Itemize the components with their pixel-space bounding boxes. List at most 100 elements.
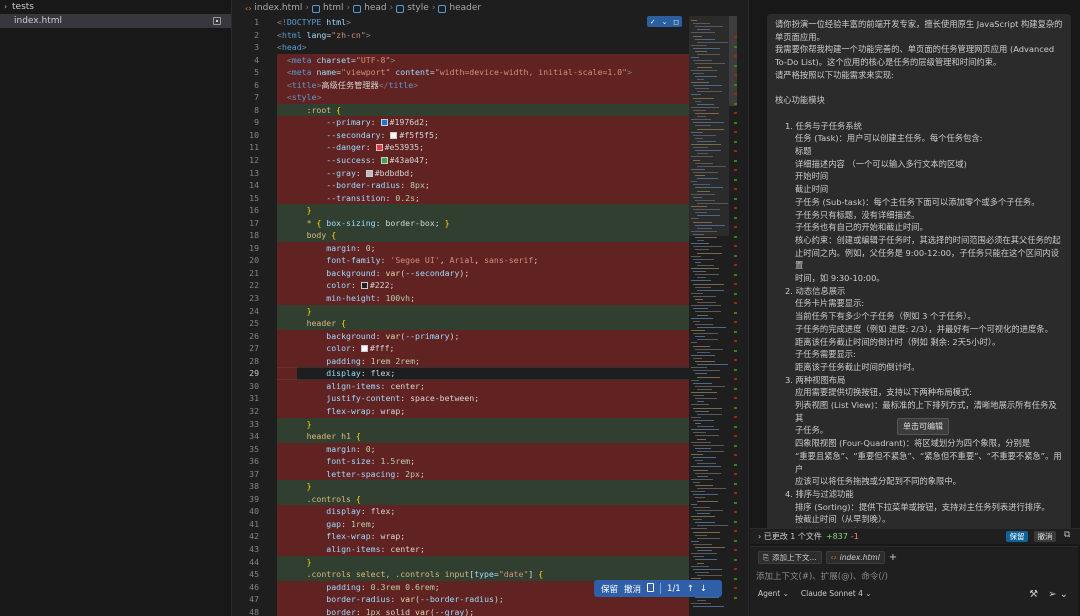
code-text[interactable]: justify-content: space-between; — [277, 392, 689, 405]
code-text[interactable]: color: #222; — [277, 279, 689, 293]
breadcrumb-item[interactable]: style — [407, 3, 429, 13]
code-line[interactable]: 30 align-items: center; — [233, 379, 689, 393]
code-text[interactable]: --secondary: #f5f5f5; — [277, 128, 689, 142]
code-editor[interactable]: ‹› index.html › html › head › style › he… — [233, 0, 737, 616]
color-swatch[interactable] — [380, 157, 388, 165]
code-area[interactable]: 1 <!DOCTYPE html> 2 <html lang="zh-cn"> 3 <he… — [233, 16, 689, 616]
code-text[interactable]: background: var(--primary); — [277, 329, 689, 343]
breadcrumb-item[interactable]: html — [323, 3, 344, 13]
code-line[interactable]: 20 font-family: 'Segoe UI', Arial, sans-… — [233, 254, 689, 267]
code-line[interactable]: 32 flex-wrap: wrap; — [233, 404, 689, 418]
keep-change-button[interactable]: 保留 — [598, 583, 621, 595]
code-text[interactable]: display: flex; — [277, 505, 689, 518]
chat-action-icon[interactable]: ⧉ — [1064, 530, 1070, 540]
color-swatch[interactable] — [365, 169, 373, 177]
code-line[interactable]: 18 body { — [233, 229, 689, 242]
inline-diff-widget[interactable]: ✓ ⌄ ◻ — [647, 16, 682, 27]
code-line[interactable]: 24 } — [233, 304, 689, 318]
code-text[interactable]: .controls { — [277, 492, 689, 506]
next-change-arrow-icon[interactable]: ↓ — [697, 584, 710, 594]
user-message[interactable]: 请你扮演一位经验丰富的前端开发专家，擅长使用原生 JavaScript 构建复杂… — [767, 14, 1071, 534]
color-swatch[interactable] — [390, 131, 398, 139]
code-line[interactable]: 2 <html lang="zh-cn"> — [233, 29, 689, 42]
code-line[interactable]: 38 } — [233, 480, 689, 493]
code-line[interactable]: 31 justify-content: space-between; — [233, 392, 689, 405]
open-diff-icon[interactable] — [644, 582, 657, 595]
code-text[interactable]: body { — [277, 229, 689, 242]
chat-input[interactable]: 添加上下文(#)、扩展(@)、命令(/) — [756, 570, 888, 582]
code-line[interactable]: 9 --primary: #1976d2; — [233, 116, 689, 129]
previous-change-arrow-icon[interactable]: ↑ — [684, 584, 697, 594]
code-text[interactable]: align-items: center; — [277, 542, 689, 556]
code-line[interactable]: 37 letter-spacing: 2px; — [233, 467, 689, 481]
code-text[interactable]: padding: 1rem 2rem; — [277, 354, 689, 368]
breadcrumb-item[interactable]: head — [364, 3, 386, 13]
code-line[interactable]: 36 font-size: 1.5rem; — [233, 455, 689, 468]
code-line[interactable]: 3 <head> — [233, 41, 689, 54]
code-line[interactable]: 26 background: var(--primary); — [233, 329, 689, 343]
code-line[interactable]: 27 color: #fff; — [233, 342, 689, 355]
code-line[interactable]: 16 } — [233, 204, 689, 217]
code-text[interactable]: <title>高级任务管理器</title> — [277, 78, 689, 92]
code-text[interactable]: font-size: 1.5rem; — [277, 455, 689, 468]
add-context-button[interactable]: ⎘ 添加上下文... — [758, 551, 822, 564]
folder-tests[interactable]: › tests — [0, 0, 231, 14]
code-line[interactable]: 44 } — [233, 555, 689, 569]
code-text[interactable]: } — [277, 417, 689, 431]
code-text[interactable]: margin: 0; — [277, 241, 689, 255]
code-text[interactable]: <meta charset="UTF-8"> — [277, 53, 689, 67]
keep-all-button[interactable]: 保留 — [1006, 531, 1028, 542]
code-line[interactable]: 41 gap: 1rem; — [233, 517, 689, 531]
code-text[interactable]: * { box-sizing: border-box; } — [277, 216, 689, 230]
code-line[interactable]: 34 header h1 { — [233, 430, 689, 443]
code-text[interactable]: header h1 { — [277, 430, 689, 443]
code-line[interactable]: 29 display: flex; — [233, 367, 689, 380]
code-line[interactable]: 40 display: flex; — [233, 505, 689, 518]
code-line[interactable]: 8 :root { — [233, 103, 689, 117]
undo-change-button[interactable]: 撤消 — [621, 583, 644, 595]
code-line[interactable]: 48 border: 1px solid var(--gray); — [233, 605, 689, 616]
code-line[interactable]: 5 <meta name="viewport" content="width=d… — [233, 66, 689, 79]
code-text[interactable]: font-family: 'Segoe UI', Arial, sans-ser… — [277, 254, 689, 267]
expand-chevron-icon[interactable]: ⌄ — [662, 18, 668, 26]
breadcrumb-item[interactable]: header — [449, 3, 481, 13]
code-line[interactable]: 6 <title>高级任务管理器</title> — [233, 78, 689, 92]
code-line[interactable]: 7 <style> — [233, 91, 689, 104]
code-text[interactable]: flex-wrap: wrap; — [277, 404, 689, 418]
color-swatch[interactable] — [380, 119, 388, 127]
breadcrumb-item[interactable]: index.html — [254, 3, 302, 13]
code-text[interactable]: align-items: center; — [277, 379, 689, 393]
code-text[interactable]: letter-spacing: 2px; — [277, 467, 689, 481]
code-line[interactable]: 28 padding: 1rem 2rem; — [233, 354, 689, 368]
code-text[interactable]: } — [277, 480, 689, 493]
code-text[interactable]: --danger: #e53935; — [277, 141, 689, 155]
code-text[interactable]: <meta name="viewport" content="width=dev… — [277, 66, 689, 79]
code-text[interactable]: --border-radius: 8px; — [277, 179, 689, 192]
code-text[interactable]: header { — [277, 317, 689, 330]
code-line[interactable]: 11 --danger: #e53935; — [233, 141, 689, 155]
code-line[interactable]: 25 header { — [233, 317, 689, 330]
copy-icon[interactable]: ◻ — [673, 18, 679, 26]
tools-icon[interactable]: ⚒ — [1029, 589, 1038, 600]
send-icon[interactable]: ➢ ⌄ — [1048, 589, 1068, 600]
code-text[interactable]: --primary: #1976d2; — [277, 116, 689, 129]
code-line[interactable]: 43 align-items: center; — [233, 542, 689, 556]
code-text[interactable]: --success: #43a047; — [277, 154, 689, 167]
code-text[interactable]: background: var(--secondary); — [277, 266, 689, 280]
code-text[interactable]: display: flex; — [277, 367, 689, 380]
code-line[interactable]: 1 <!DOCTYPE html> — [233, 16, 689, 29]
code-text[interactable]: gap: 1rem; — [277, 517, 689, 531]
changes-summary-bar[interactable]: › 已更改 1 个文件 +837 -1 — [750, 528, 1080, 544]
add-file-icon[interactable]: + — [889, 551, 897, 564]
color-swatch[interactable] — [360, 345, 368, 353]
code-text[interactable]: <!DOCTYPE html> — [277, 16, 689, 29]
code-text[interactable]: --gray: #bdbdbd; — [277, 166, 689, 180]
code-line[interactable]: 33 } — [233, 417, 689, 431]
context-file-chip[interactable]: ‹› index.html — [825, 551, 885, 564]
code-text[interactable]: } — [277, 304, 689, 318]
undo-all-button[interactable]: 撤消 — [1034, 531, 1056, 542]
code-line[interactable]: 19 margin: 0; — [233, 241, 689, 255]
minimap[interactable] — [689, 16, 729, 616]
code-line[interactable]: 23 min-height: 100vh; — [233, 292, 689, 305]
code-line[interactable]: 10 --secondary: #f5f5f5; — [233, 128, 689, 142]
